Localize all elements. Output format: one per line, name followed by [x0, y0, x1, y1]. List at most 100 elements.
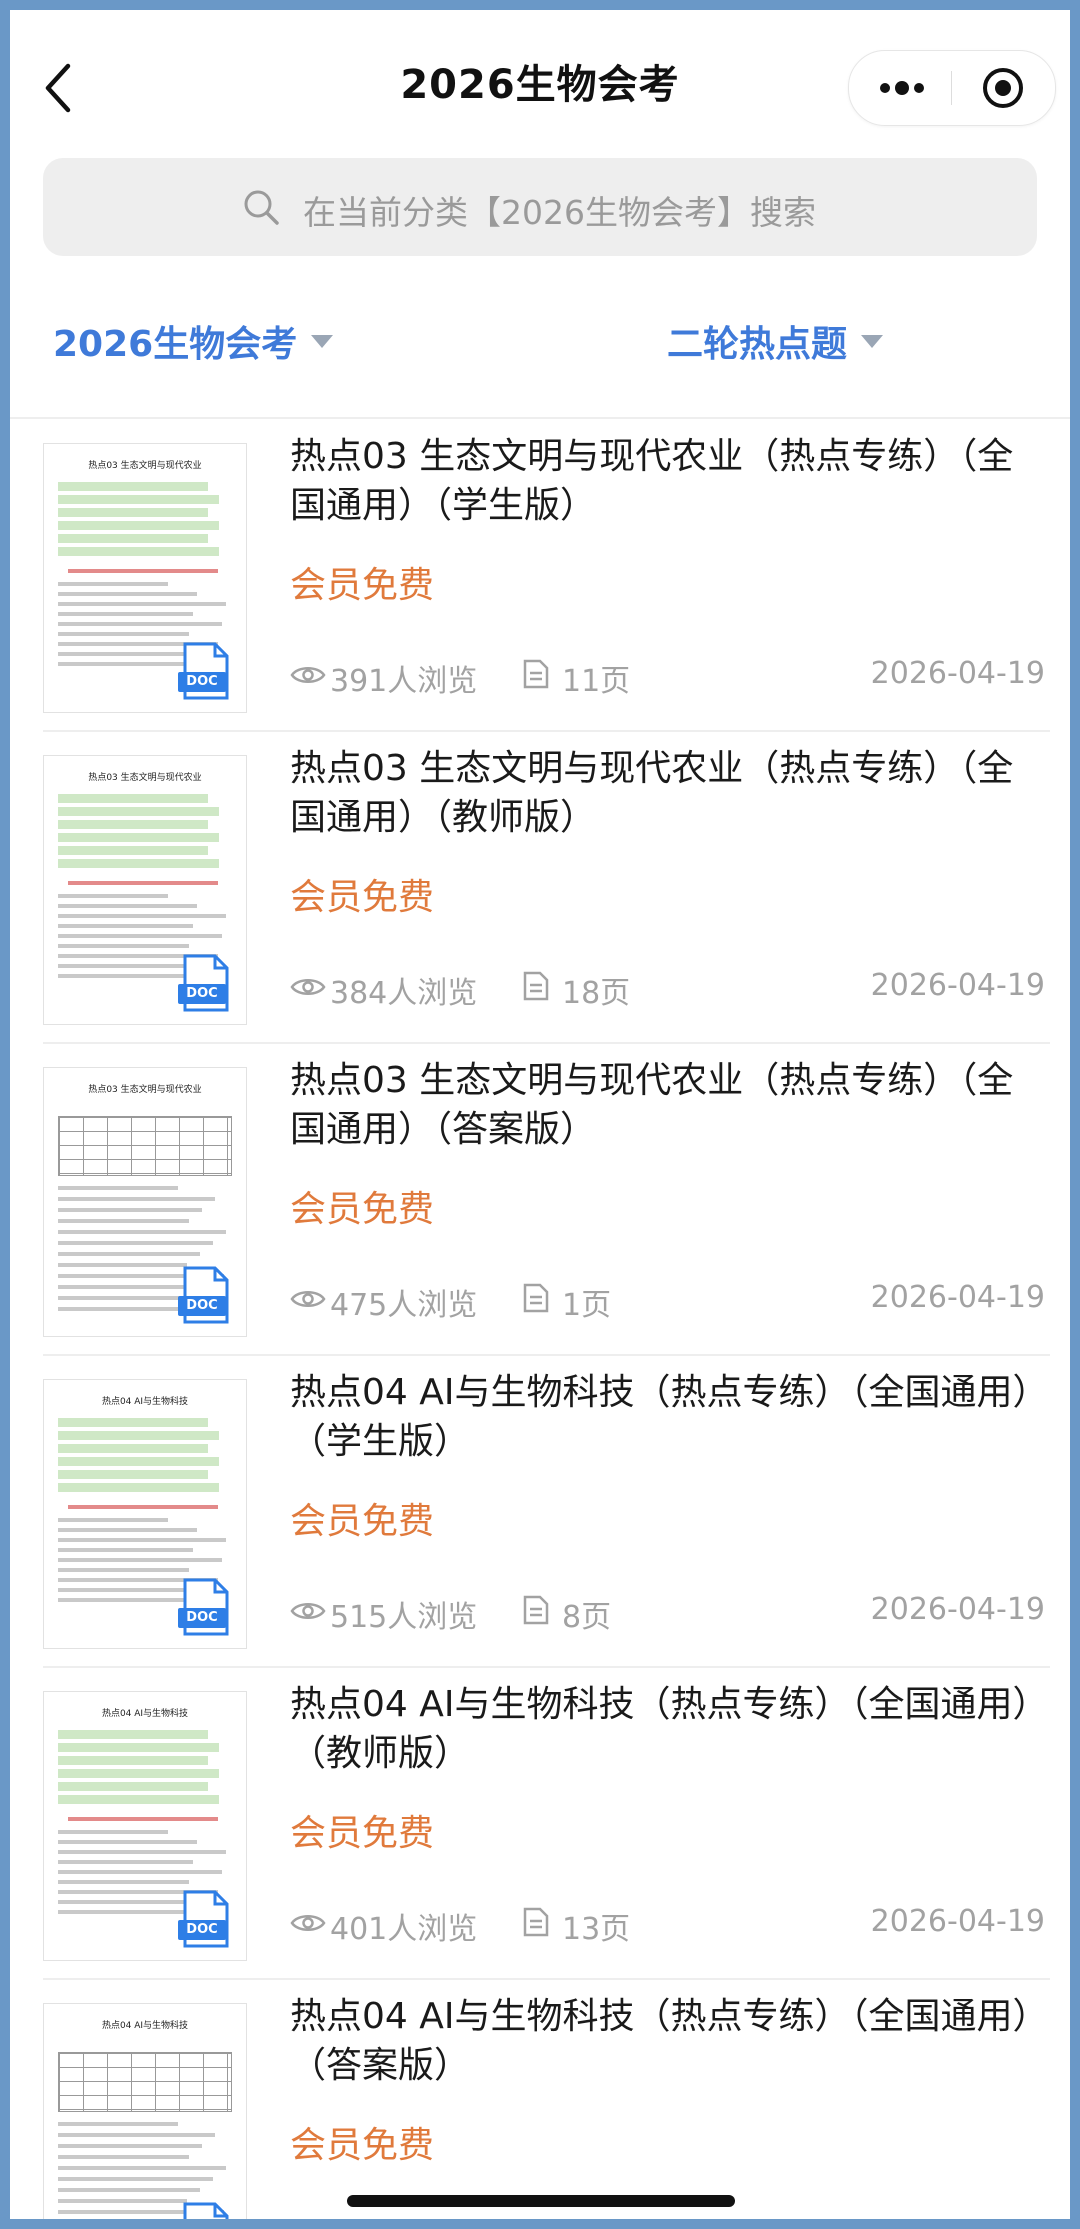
thumbnail-heading-mark — [68, 881, 218, 885]
thumbnail-highlight — [58, 1444, 208, 1453]
page-icon — [523, 1907, 549, 1937]
item-title[interactable]: 热点03 生态文明与现代农业（热点专练）（全国通用）（教师版） — [290, 744, 1035, 842]
thumbnail-text-line — [58, 1558, 222, 1562]
caret-down-icon — [861, 334, 884, 348]
thumbnail-text-line — [58, 652, 185, 656]
thumbnail-highlight — [58, 859, 219, 868]
eye-icon — [290, 1291, 326, 1307]
publish-date: 2026-04-19 — [870, 656, 1045, 691]
item-title[interactable]: 热点03 生态文明与现代农业（热点专练）（全国通用）（学生版） — [290, 432, 1035, 530]
thumbnail-title: 热点04 AI与生物科技 — [101, 1709, 189, 1719]
thumbnail-highlight — [58, 482, 208, 491]
thumbnail-text-line — [58, 632, 189, 636]
thumbnail-highlight — [58, 1730, 208, 1739]
list-item[interactable]: 热点03 生态文明与现代农业 DOC 热点03 生态文明与现代农业（热点专练）（… — [10, 420, 1070, 732]
thumbnail-text-line — [58, 1850, 226, 1854]
item-title[interactable]: 热点04 AI与生物科技（热点专练）（全国通用）（教师版） — [290, 1680, 1035, 1778]
thumbnail-text-line — [58, 934, 222, 938]
thumbnail-text-line — [58, 1263, 187, 1267]
list-item[interactable]: 热点04 AI与生物科技 DOC 热点04 AI与生物科技（热点专练）（全国通用… — [10, 1668, 1070, 1980]
thumbnail-text-line — [58, 2199, 187, 2203]
thumbnail-title: 热点04 AI与生物科技 — [101, 1397, 189, 1407]
thumbnail-table — [58, 1116, 232, 1176]
thumbnail-text-line — [58, 582, 168, 586]
thumbnail-highlight — [58, 1782, 208, 1791]
capsule-divider — [951, 71, 952, 105]
thumbnail-highlight — [58, 846, 208, 855]
category-filter[interactable]: 2026生物会考 — [53, 315, 334, 367]
more-dots-icon[interactable] — [877, 73, 927, 103]
list-item[interactable]: 热点04 AI与生物科技 DOC 热点04 AI与生物科技（热点专练）（全国通用… — [10, 1356, 1070, 1668]
list-item[interactable]: 热点04 AI与生物科技 DOC 热点04 AI与生物科技（热点专练）（全国通用… — [10, 1980, 1070, 2219]
thumbnail-highlight — [58, 547, 219, 556]
divider — [10, 417, 1070, 419]
thumbnail-text-line — [58, 1840, 197, 1844]
thumbnail-text-line — [58, 1860, 193, 1864]
page-icon — [523, 971, 549, 1001]
item-title[interactable]: 热点03 生态文明与现代农业（热点专练）（全国通用）（答案版） — [290, 1056, 1035, 1154]
thumbnail-text-line — [58, 1528, 197, 1532]
file-type-badge: DOC — [178, 1296, 226, 1316]
price-label: 会员免费 — [290, 1501, 435, 1542]
price-label: 会员免费 — [290, 1813, 435, 1854]
thumbnail-text-line — [58, 1830, 168, 1834]
list-item[interactable]: 热点03 生态文明与现代农业 DOC 热点03 生态文明与现代农业（热点专练）（… — [10, 732, 1070, 1044]
thumbnail-text-line — [58, 2155, 189, 2159]
search-bar[interactable]: 在当前分类【2026生物会考】搜索 — [43, 158, 1037, 256]
document-thumbnail: 热点04 AI与生物科技 DOC — [43, 1691, 247, 1961]
item-title[interactable]: 热点04 AI与生物科技（热点专练）（全国通用）（答案版） — [290, 1992, 1035, 2090]
thumbnail-text-line — [58, 1186, 178, 1190]
thumbnail-text-line — [58, 914, 226, 918]
publish-date: 2026-04-19 — [870, 968, 1045, 1003]
thumbnail-highlight — [58, 1418, 208, 1427]
thumbnail-highlight — [58, 794, 208, 803]
view-count: 391人浏览 — [330, 664, 478, 699]
document-thumbnail: 热点04 AI与生物科技 DOC — [43, 2003, 247, 2219]
doc-file-icon — [183, 2202, 229, 2219]
eye-icon — [290, 1915, 326, 1931]
file-type-badge: DOC — [178, 1608, 226, 1628]
thumbnail-text-line — [58, 1208, 202, 1212]
thumbnail-text-line — [58, 2177, 213, 2181]
thumbnail-text-line — [58, 1296, 198, 1300]
thumbnail-highlight — [58, 833, 219, 842]
item-title[interactable]: 热点04 AI与生物科技（热点专练）（全国通用）（学生版） — [290, 1368, 1035, 1466]
thumbnail-text-line — [58, 1548, 193, 1552]
thumbnail-text-line — [58, 1870, 222, 1874]
view-count: 401人浏览 — [330, 1912, 478, 1947]
thumbnail-text-line — [58, 2166, 226, 2170]
thumbnail-text-line — [58, 894, 168, 898]
thumbnail-highlight — [58, 1743, 219, 1752]
page-icon — [523, 659, 549, 689]
thumbnail-heading-mark — [68, 1817, 218, 1821]
thumbnail-text-line — [58, 964, 185, 968]
thumbnail-text-line — [58, 602, 226, 606]
thumbnail-text-line — [58, 1880, 189, 1884]
thumbnail-title: 热点03 生态文明与现代农业 — [88, 773, 202, 783]
topic-filter[interactable]: 二轮热点题 — [667, 315, 884, 367]
file-type-badge: DOC — [178, 1920, 226, 1940]
thumbnail-text-line — [58, 1197, 215, 1201]
page-count: 13页 — [562, 1912, 631, 1947]
thumbnail-title: 热点03 生态文明与现代农业 — [88, 1085, 202, 1095]
thumbnail-highlight — [58, 508, 208, 517]
target-circle-icon[interactable] — [981, 66, 1025, 110]
view-count: 384人浏览 — [330, 976, 478, 1011]
page-icon — [523, 1283, 549, 1313]
eye-icon — [290, 667, 326, 683]
thumbnail-highlight — [58, 534, 208, 543]
document-thumbnail: 热点04 AI与生物科技 DOC — [43, 1379, 247, 1649]
thumbnail-highlight — [58, 1483, 219, 1492]
page-count: 18页 — [562, 976, 631, 1011]
file-type-badge: DOC — [178, 984, 226, 1004]
page-count: 11页 — [562, 664, 631, 699]
list-item[interactable]: 热点03 生态文明与现代农业 DOC 热点03 生态文明与现代农业（热点专练）（… — [10, 1044, 1070, 1356]
thumbnail-text-line — [58, 1307, 185, 1311]
document-thumbnail: 热点03 生态文明与现代农业 DOC — [43, 755, 247, 1025]
page-count: 1页 — [562, 1288, 612, 1323]
price-label: 会员免费 — [290, 1189, 435, 1230]
thumbnail-text-line — [58, 1219, 189, 1223]
page-icon — [523, 1595, 549, 1625]
thumbnail-text-line — [58, 1518, 168, 1522]
search-input[interactable]: 在当前分类【2026生物会考】搜索 — [303, 186, 816, 234]
